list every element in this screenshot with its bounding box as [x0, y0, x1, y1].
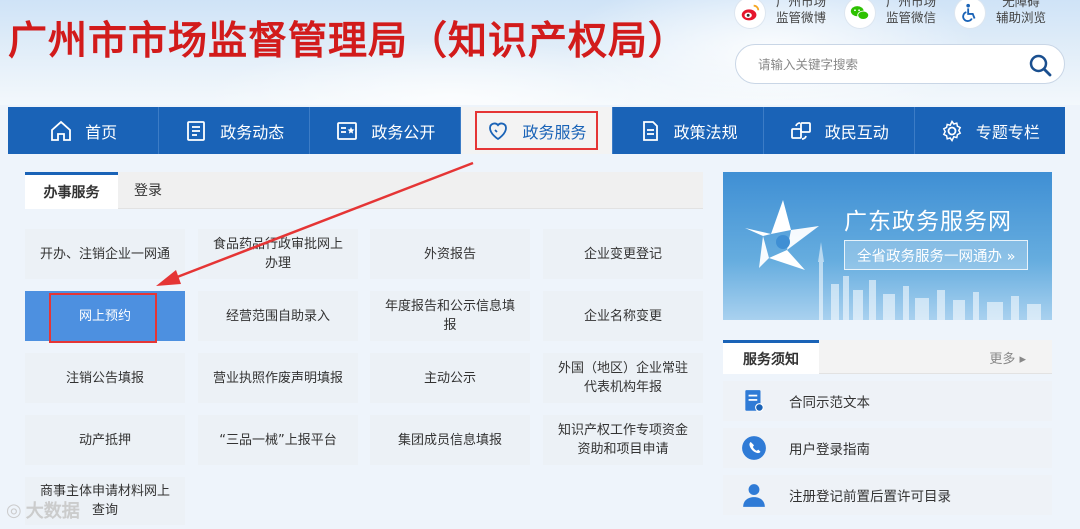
service-tile[interactable]: 企业名称变更 [543, 291, 703, 341]
notice-item[interactable]: 合同示范文本 [723, 381, 1052, 421]
nav-item-label: 政策法规 [673, 122, 738, 142]
guangdong-gov-banner[interactable]: 广东政务服务网 全省政务服务一网通办 » [723, 172, 1052, 320]
service-tile[interactable]: 集团成员信息填报 [370, 415, 530, 465]
notice-item[interactable]: 用户登录指南 [723, 428, 1052, 468]
gear-icon [942, 119, 962, 142]
service-tile[interactable]: 经营范围自助录入 [198, 291, 358, 341]
main-nav: 首页 政务动态 政务公开 政务服务 政策法规 政民互动 专题专栏 [8, 107, 1065, 154]
service-tile[interactable]: 开办、注销企业一网通 [25, 229, 185, 279]
service-tile[interactable]: 注销公告填报 [25, 353, 185, 403]
service-tile[interactable]: 动产抵押 [25, 415, 185, 465]
weibo-link[interactable]: 广州市场 监管微博 [735, 0, 831, 28]
notice-title: 服务须知 [723, 340, 819, 374]
nav-item-news[interactable]: 政务动态 [159, 107, 311, 154]
nav-item-policy[interactable]: 政策法规 [613, 107, 764, 154]
search-box [735, 44, 1065, 84]
site-title: 广州市市场监督管理局（知识产权局） [8, 19, 689, 64]
news-icon [187, 120, 206, 141]
service-tile-online-booking[interactable]: 网上预约 [25, 291, 185, 343]
top-links: 广州市场 监管微博 广州市场 监管微信 无障碍 辅助浏览 [735, 0, 1051, 28]
notice-item-label: 注册登记前置后置许可目录 [789, 489, 951, 505]
nav-item-label: 首页 [85, 122, 118, 142]
service-tile[interactable]: “三品一械”上报平台 [198, 415, 358, 465]
services-tabs: 办事服务 登录 [25, 172, 703, 209]
phone-icon [742, 436, 766, 460]
wechat-link-label: 广州市场 监管微信 [885, 0, 936, 25]
service-tile[interactable]: 主动公示 [370, 353, 530, 403]
user-icon [743, 484, 765, 507]
watermark-logo-icon: ◎ [6, 499, 22, 521]
notice-item-label: 合同示范文本 [789, 395, 870, 411]
more-link-label: 更多 [989, 352, 1016, 367]
accessibility-link-label: 无障碍 辅助浏览 [995, 0, 1046, 25]
search-icon[interactable] [1028, 53, 1052, 77]
watermark: ◎ 大数据 [6, 497, 80, 523]
tab-login[interactable]: 登录 [118, 172, 178, 208]
banner-subtitle-button[interactable]: 全省政务服务一网通办 » [844, 240, 1029, 270]
nav-item-label: 政务服务 [522, 122, 587, 142]
nav-item-label: 政务动态 [220, 122, 285, 142]
nav-item-special[interactable]: 专题专栏 [915, 107, 1065, 154]
notice-header: 服务须知 更多 ▸ [723, 340, 1052, 374]
banner-title: 广东政务服务网 [844, 209, 1012, 235]
wechat-link[interactable]: 广州市场 监管微信 [845, 0, 941, 28]
accessibility-link[interactable]: 无障碍 辅助浏览 [955, 0, 1051, 28]
services-panel: 办事服务 登录 开办、注销企业一网通 食品药品行政审批网上办理 外资报告 企业变… [25, 172, 703, 529]
service-tile[interactable]: 营业执照作废声明填报 [198, 353, 358, 403]
notice-item[interactable]: 注册登记前置后置许可目录 [723, 475, 1052, 515]
open-icon [337, 121, 358, 140]
nav-item-open[interactable]: 政务公开 [310, 107, 462, 154]
nav-item-label: 政务公开 [371, 122, 436, 142]
document-icon [642, 120, 658, 141]
nav-item-interaction[interactable]: 政民互动 [764, 107, 915, 154]
watermark-text: 大数据 [25, 501, 80, 522]
chevron-right-icon: ▸ [1019, 352, 1026, 367]
nav-item-home[interactable]: 首页 [8, 107, 160, 154]
service-tile[interactable]: 外国（地区）企业常驻代表机构年报 [543, 353, 703, 403]
home-icon [51, 120, 71, 141]
service-tile[interactable]: 食品药品行政审批网上办理 [198, 229, 358, 279]
nav-item-services[interactable]: 政务服务 [461, 107, 613, 154]
heart-icon [489, 122, 508, 140]
service-tile[interactable]: 知识产权工作专项资金资助和项目申请 [543, 415, 703, 465]
weibo-link-label: 广州市场 监管微博 [775, 0, 826, 25]
tab-services[interactable]: 办事服务 [25, 172, 118, 209]
more-link[interactable]: 更多 ▸ [989, 348, 1026, 367]
search-input[interactable] [758, 56, 1008, 72]
nav-item-label: 政民互动 [824, 122, 889, 142]
accessibility-icon [955, 0, 985, 28]
service-tile[interactable]: 年度报告和公示信息填报 [370, 291, 530, 341]
interaction-icon [790, 121, 811, 140]
notice-item-label: 用户登录指南 [789, 442, 870, 458]
service-tile[interactable]: 外资报告 [370, 229, 530, 279]
wechat-icon [845, 0, 875, 28]
contract-icon [745, 390, 764, 412]
service-tile[interactable]: 企业变更登记 [543, 229, 703, 279]
weibo-icon [735, 0, 765, 28]
nav-item-label: 专题专栏 [975, 122, 1040, 142]
service-notice-panel: 服务须知 更多 ▸ 合同示范文本 用户登录指南 注册登记前置后置许可目录 [723, 340, 1052, 515]
site-header: 广州市市场监督管理局（知识产权局） 广州市场 监管微博 广州市场 监管微信 无障… [0, 0, 1080, 105]
